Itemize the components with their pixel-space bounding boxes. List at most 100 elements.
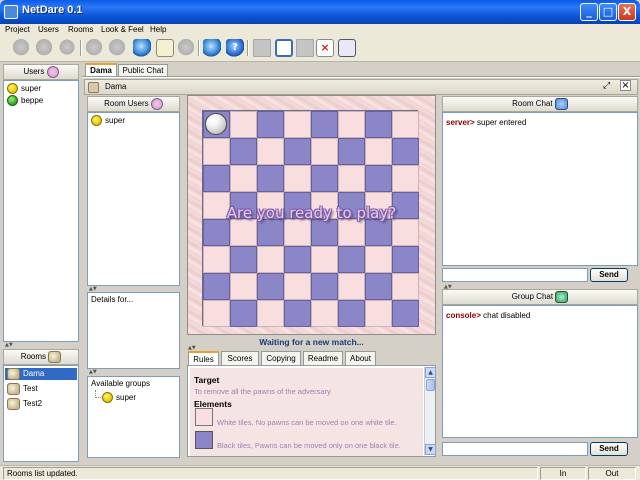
list-item[interactable]: Test2 [7,398,42,410]
tab-rules[interactable]: Rules [188,351,219,365]
network-icon[interactable] [203,39,221,57]
menu-rooms[interactable]: Rooms [68,25,93,34]
dark-tile[interactable] [392,138,419,165]
user-icon[interactable] [85,39,103,57]
tab-readme[interactable]: Readme [303,351,343,365]
group-chat-send-button[interactable]: Send [590,442,628,456]
group-chat-input[interactable] [442,442,588,456]
maximize-frame-icon[interactable]: ⤢ [603,81,610,91]
dark-tile[interactable] [338,246,365,273]
dark-tile[interactable] [311,165,338,192]
window-icon[interactable] [275,39,293,57]
light-tile[interactable] [203,113,230,273]
panel-icon[interactable] [296,39,314,57]
maximize-button[interactable]: □ [599,3,617,21]
dark-tile[interactable] [311,273,338,300]
list-item[interactable]: super [7,83,41,95]
light-tile[interactable] [205,111,257,138]
close-window-icon[interactable]: × [316,39,334,57]
rules-scrollbar[interactable]: ▲ ▼ [424,367,436,455]
dark-tile[interactable] [284,300,311,327]
light-tile[interactable] [205,113,284,273]
cascade-icon[interactable] [338,39,356,57]
light-tile[interactable] [205,113,311,192]
light-tile[interactable] [205,113,257,300]
help-icon[interactable]: ? [226,39,244,57]
light-tile[interactable] [205,113,365,300]
tab-about[interactable]: About [345,351,376,365]
dark-tile[interactable] [338,138,365,165]
light-tile[interactable] [203,113,230,327]
dark-tile[interactable] [365,165,392,192]
light-tile[interactable] [205,113,392,273]
list-item[interactable]: Test [7,383,38,395]
light-tile[interactable] [205,113,392,327]
light-tile[interactable] [205,113,257,192]
connect-icon[interactable] [12,39,30,57]
room-chat-send-button[interactable]: Send [590,268,628,282]
tab-scores[interactable]: Scores [221,351,259,365]
tab-dama[interactable]: Dama [85,63,117,76]
light-tile[interactable] [205,113,284,165]
dark-tile[interactable] [392,246,419,273]
list-item-selected[interactable]: Dama [5,368,77,380]
dark-tile[interactable] [257,219,284,246]
dark-tile[interactable] [230,246,257,273]
dark-tile[interactable] [365,111,392,138]
light-pawn[interactable] [205,113,227,135]
scroll-thumb[interactable] [426,379,435,391]
light-tile[interactable] [205,113,338,165]
light-tile[interactable] [203,113,230,165]
light-tile[interactable] [205,111,311,138]
splitter[interactable]: ▲▼ [3,342,79,348]
light-tile[interactable] [205,113,365,192]
list-item[interactable]: super [91,115,125,127]
dark-tile[interactable] [365,219,392,246]
light-tile[interactable] [205,113,419,300]
dark-tile[interactable] [311,111,338,138]
document-icon[interactable] [156,39,174,57]
puzzle-icon[interactable] [177,39,195,57]
light-tile[interactable] [205,113,338,273]
light-tile[interactable] [205,113,311,300]
menu-project[interactable]: Project [5,25,30,34]
list-item[interactable]: super [102,392,136,404]
minimize-button[interactable]: _ [580,3,598,21]
menu-look-and-feel[interactable]: Look & Feel [101,25,144,34]
light-tile[interactable] [284,219,311,246]
dark-tile[interactable] [257,273,284,300]
scroll-down-arrow[interactable]: ▼ [425,444,436,455]
menu-users[interactable]: Users [38,25,59,34]
globe-icon[interactable] [133,39,151,57]
close-frame-icon[interactable]: × [620,80,631,91]
splitter[interactable]: ▲▼ [87,369,180,375]
light-tile[interactable] [205,111,365,138]
dark-tile[interactable] [230,300,257,327]
dark-tile[interactable] [257,165,284,192]
dark-tile[interactable] [230,138,257,165]
menu-help[interactable]: Help [150,25,166,34]
dark-tile[interactable] [392,300,419,327]
list-item[interactable]: beppe [7,95,43,107]
tile-icon[interactable] [253,39,271,57]
dark-tile[interactable] [365,273,392,300]
chat-icon[interactable] [108,39,126,57]
light-tile[interactable] [205,111,419,138]
light-tile[interactable] [205,113,338,327]
dark-tile[interactable] [203,273,230,300]
light-tile[interactable] [230,219,257,246]
light-tile[interactable] [392,219,419,246]
close-button[interactable]: X [618,3,636,21]
light-tile[interactable] [338,219,365,246]
delete-icon[interactable] [58,39,76,57]
light-tile[interactable] [205,113,419,192]
dark-tile[interactable] [257,111,284,138]
dark-tile[interactable] [311,219,338,246]
scroll-up-arrow[interactable]: ▲ [425,367,436,378]
light-tile[interactable] [205,113,392,165]
dark-tile[interactable] [284,246,311,273]
room-chat-input[interactable] [442,268,588,282]
dark-tile[interactable] [338,300,365,327]
tab-copying[interactable]: Copying [261,351,301,365]
dark-tile[interactable] [284,138,311,165]
